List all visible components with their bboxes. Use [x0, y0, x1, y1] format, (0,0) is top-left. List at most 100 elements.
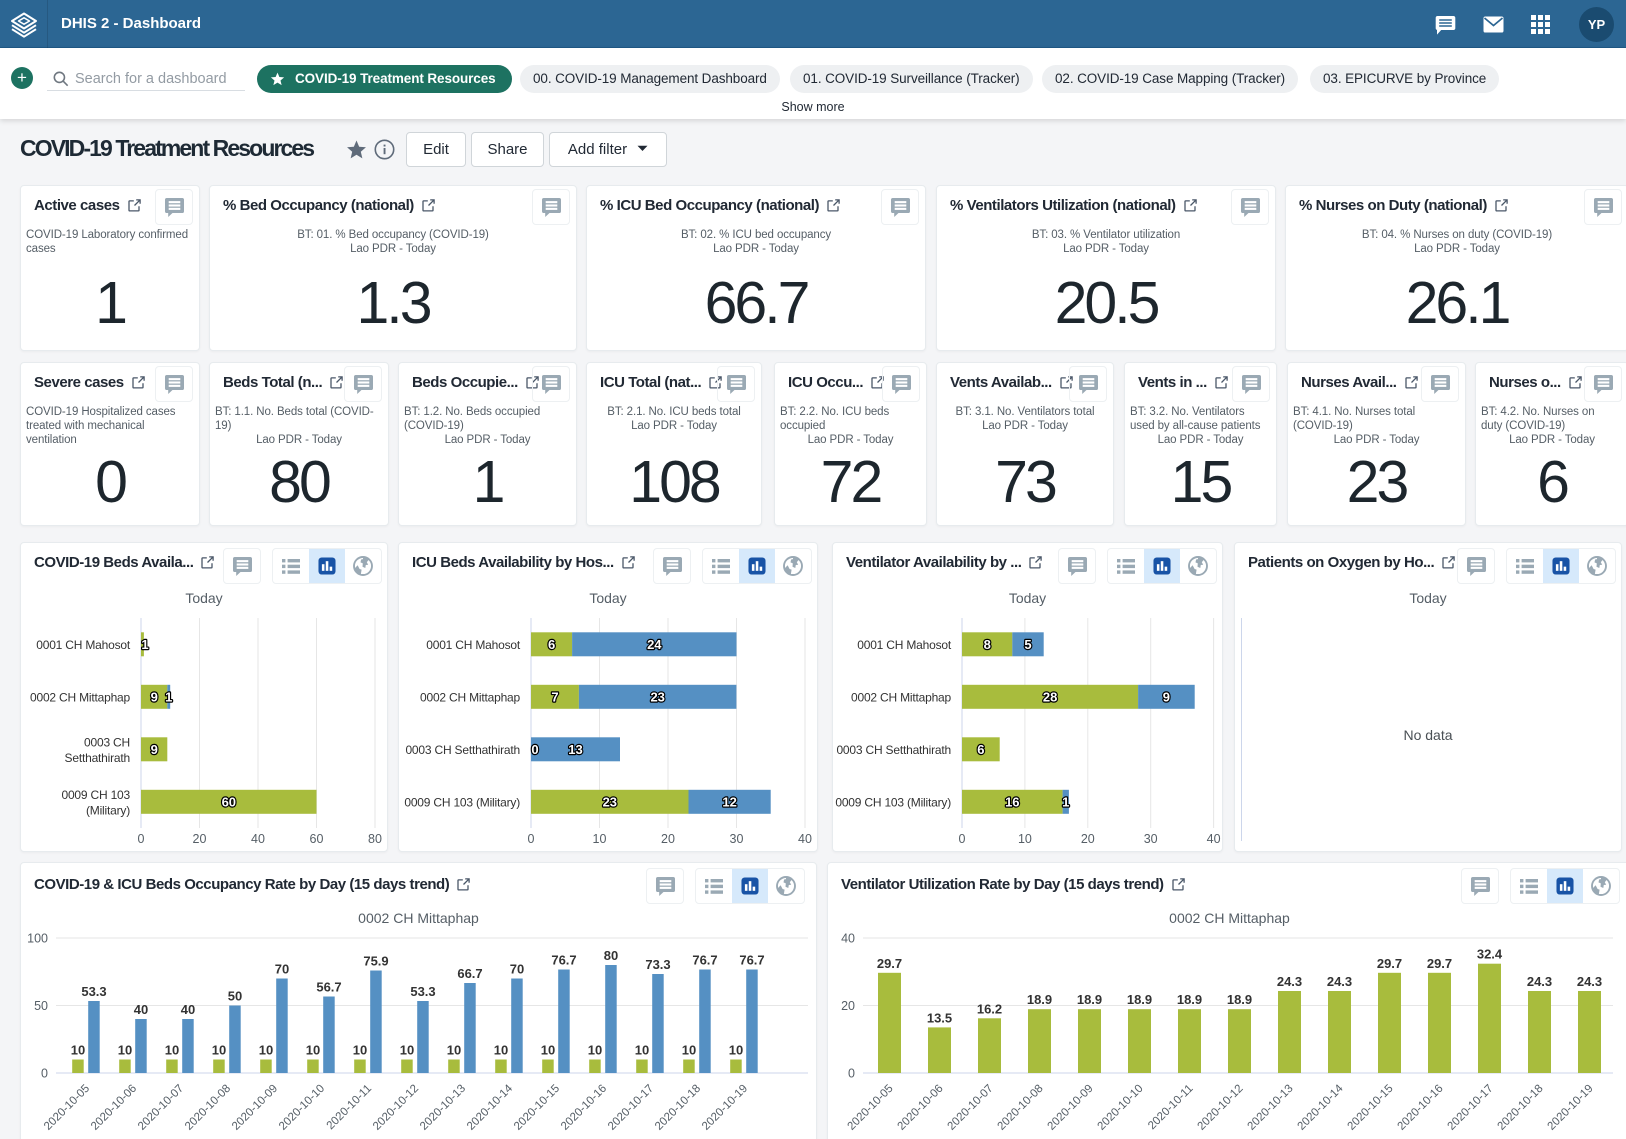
svg-text:2020-10-06: 2020-10-06 — [896, 1083, 946, 1133]
svg-text:0003 CH: 0003 CH — [84, 735, 130, 749]
svg-text:1: 1 — [1062, 794, 1069, 809]
svg-text:53.3: 53.3 — [81, 984, 106, 999]
svg-text:2020-10-18: 2020-10-18 — [1496, 1083, 1546, 1133]
svg-text:0003 CH Setthathirath: 0003 CH Setthathirath — [836, 743, 951, 757]
svg-text:2020-10-12: 2020-10-12 — [371, 1083, 421, 1133]
svg-text:9: 9 — [1163, 689, 1170, 704]
svg-text:2020-10-15: 2020-10-15 — [1346, 1083, 1396, 1133]
svg-text:0: 0 — [531, 742, 538, 757]
svg-text:10: 10 — [682, 1043, 696, 1058]
svg-text:10: 10 — [118, 1043, 132, 1058]
svg-text:40: 40 — [181, 1002, 195, 1017]
svg-text:23: 23 — [603, 794, 617, 809]
svg-text:76.7: 76.7 — [551, 953, 576, 968]
svg-text:10: 10 — [541, 1043, 555, 1058]
svg-text:20: 20 — [841, 999, 855, 1013]
svg-text:0: 0 — [138, 832, 145, 846]
svg-text:40: 40 — [134, 1002, 148, 1017]
svg-text:10: 10 — [593, 832, 607, 846]
svg-text:2020-10-09: 2020-10-09 — [230, 1083, 280, 1133]
svg-text:2020-10-15: 2020-10-15 — [512, 1083, 562, 1133]
svg-text:24.3: 24.3 — [1277, 974, 1302, 989]
svg-text:2020-10-08: 2020-10-08 — [996, 1083, 1046, 1133]
svg-text:60: 60 — [222, 794, 236, 809]
svg-text:2020-10-14: 2020-10-14 — [465, 1082, 516, 1133]
svg-text:2020-10-12: 2020-10-12 — [1196, 1083, 1246, 1133]
svg-text:10: 10 — [71, 1043, 85, 1058]
svg-text:0009 CH 103 (Military): 0009 CH 103 (Military) — [404, 795, 520, 809]
svg-text:80: 80 — [604, 948, 618, 963]
svg-text:28: 28 — [1043, 689, 1057, 704]
svg-text:0: 0 — [528, 832, 535, 846]
svg-text:1: 1 — [141, 637, 148, 652]
svg-text:70: 70 — [510, 962, 524, 977]
svg-text:10: 10 — [259, 1043, 273, 1058]
svg-text:0003 CH Setthathirath: 0003 CH Setthathirath — [405, 743, 520, 757]
svg-text:100: 100 — [27, 932, 48, 946]
svg-text:10: 10 — [306, 1043, 320, 1058]
svg-text:10: 10 — [1018, 832, 1032, 846]
svg-text:2020-10-17: 2020-10-17 — [1446, 1083, 1496, 1133]
svg-text:24.3: 24.3 — [1527, 974, 1552, 989]
svg-text:2020-10-13: 2020-10-13 — [418, 1083, 468, 1133]
svg-text:0001 CH Mahosot: 0001 CH Mahosot — [857, 638, 952, 652]
svg-text:2020-10-13: 2020-10-13 — [1246, 1083, 1296, 1133]
svg-text:70: 70 — [275, 962, 289, 977]
svg-text:9: 9 — [151, 689, 158, 704]
svg-text:10: 10 — [165, 1043, 179, 1058]
svg-text:53.3: 53.3 — [410, 984, 435, 999]
svg-text:2020-10-10: 2020-10-10 — [277, 1083, 327, 1133]
svg-text:(Military): (Military) — [86, 803, 130, 817]
svg-text:10: 10 — [400, 1043, 414, 1058]
svg-text:56.7: 56.7 — [316, 980, 341, 995]
svg-text:7: 7 — [551, 689, 558, 704]
svg-text:2020-10-19: 2020-10-19 — [700, 1083, 750, 1133]
svg-text:2020-10-07: 2020-10-07 — [946, 1083, 996, 1133]
svg-text:24.3: 24.3 — [1327, 974, 1352, 989]
svg-text:0001 CH Mahosot: 0001 CH Mahosot — [36, 638, 131, 652]
svg-text:40: 40 — [841, 932, 855, 946]
svg-text:20: 20 — [1081, 832, 1095, 846]
svg-text:13: 13 — [568, 742, 582, 757]
svg-text:10: 10 — [729, 1043, 743, 1058]
svg-text:16: 16 — [1005, 794, 1019, 809]
svg-text:9: 9 — [151, 742, 158, 757]
svg-text:2020-10-05: 2020-10-05 — [846, 1083, 896, 1133]
svg-text:76.7: 76.7 — [739, 953, 764, 968]
svg-text:40: 40 — [1207, 832, 1221, 846]
svg-text:8: 8 — [984, 637, 991, 652]
svg-text:13.5: 13.5 — [927, 1010, 952, 1025]
svg-text:40: 40 — [251, 832, 265, 846]
svg-text:80: 80 — [368, 832, 382, 846]
svg-text:23: 23 — [650, 689, 664, 704]
svg-text:6: 6 — [977, 742, 984, 757]
svg-text:2020-10-11: 2020-10-11 — [325, 1083, 374, 1132]
svg-text:2020-10-16: 2020-10-16 — [559, 1083, 609, 1133]
svg-text:24: 24 — [647, 637, 662, 652]
svg-text:0001 CH Mahosot: 0001 CH Mahosot — [426, 638, 521, 652]
svg-text:18.9: 18.9 — [1027, 992, 1052, 1007]
svg-text:20: 20 — [661, 832, 675, 846]
svg-text:2020-10-17: 2020-10-17 — [606, 1083, 656, 1133]
svg-text:Setthathirath: Setthathirath — [65, 751, 130, 765]
svg-text:40: 40 — [798, 832, 812, 846]
svg-text:10: 10 — [494, 1043, 508, 1058]
svg-text:0002 CH Mittaphap: 0002 CH Mittaphap — [851, 690, 952, 704]
svg-text:75.9: 75.9 — [363, 954, 388, 969]
svg-text:2020-10-16: 2020-10-16 — [1396, 1083, 1446, 1133]
svg-text:2020-10-05: 2020-10-05 — [42, 1083, 92, 1133]
svg-text:10: 10 — [588, 1043, 602, 1058]
svg-text:0: 0 — [959, 832, 966, 846]
svg-text:2020-10-14: 2020-10-14 — [1296, 1082, 1347, 1133]
svg-text:1: 1 — [165, 689, 172, 704]
svg-text:60: 60 — [310, 832, 324, 846]
svg-text:2020-10-11: 2020-10-11 — [1146, 1083, 1195, 1132]
svg-text:2020-10-08: 2020-10-08 — [183, 1083, 233, 1133]
svg-text:0: 0 — [41, 1067, 48, 1081]
svg-text:24.3: 24.3 — [1577, 974, 1602, 989]
svg-text:29.7: 29.7 — [877, 956, 902, 971]
svg-text:50: 50 — [34, 999, 48, 1013]
svg-text:76.7: 76.7 — [692, 953, 717, 968]
svg-text:66.7: 66.7 — [457, 966, 482, 981]
svg-text:10: 10 — [635, 1043, 649, 1058]
